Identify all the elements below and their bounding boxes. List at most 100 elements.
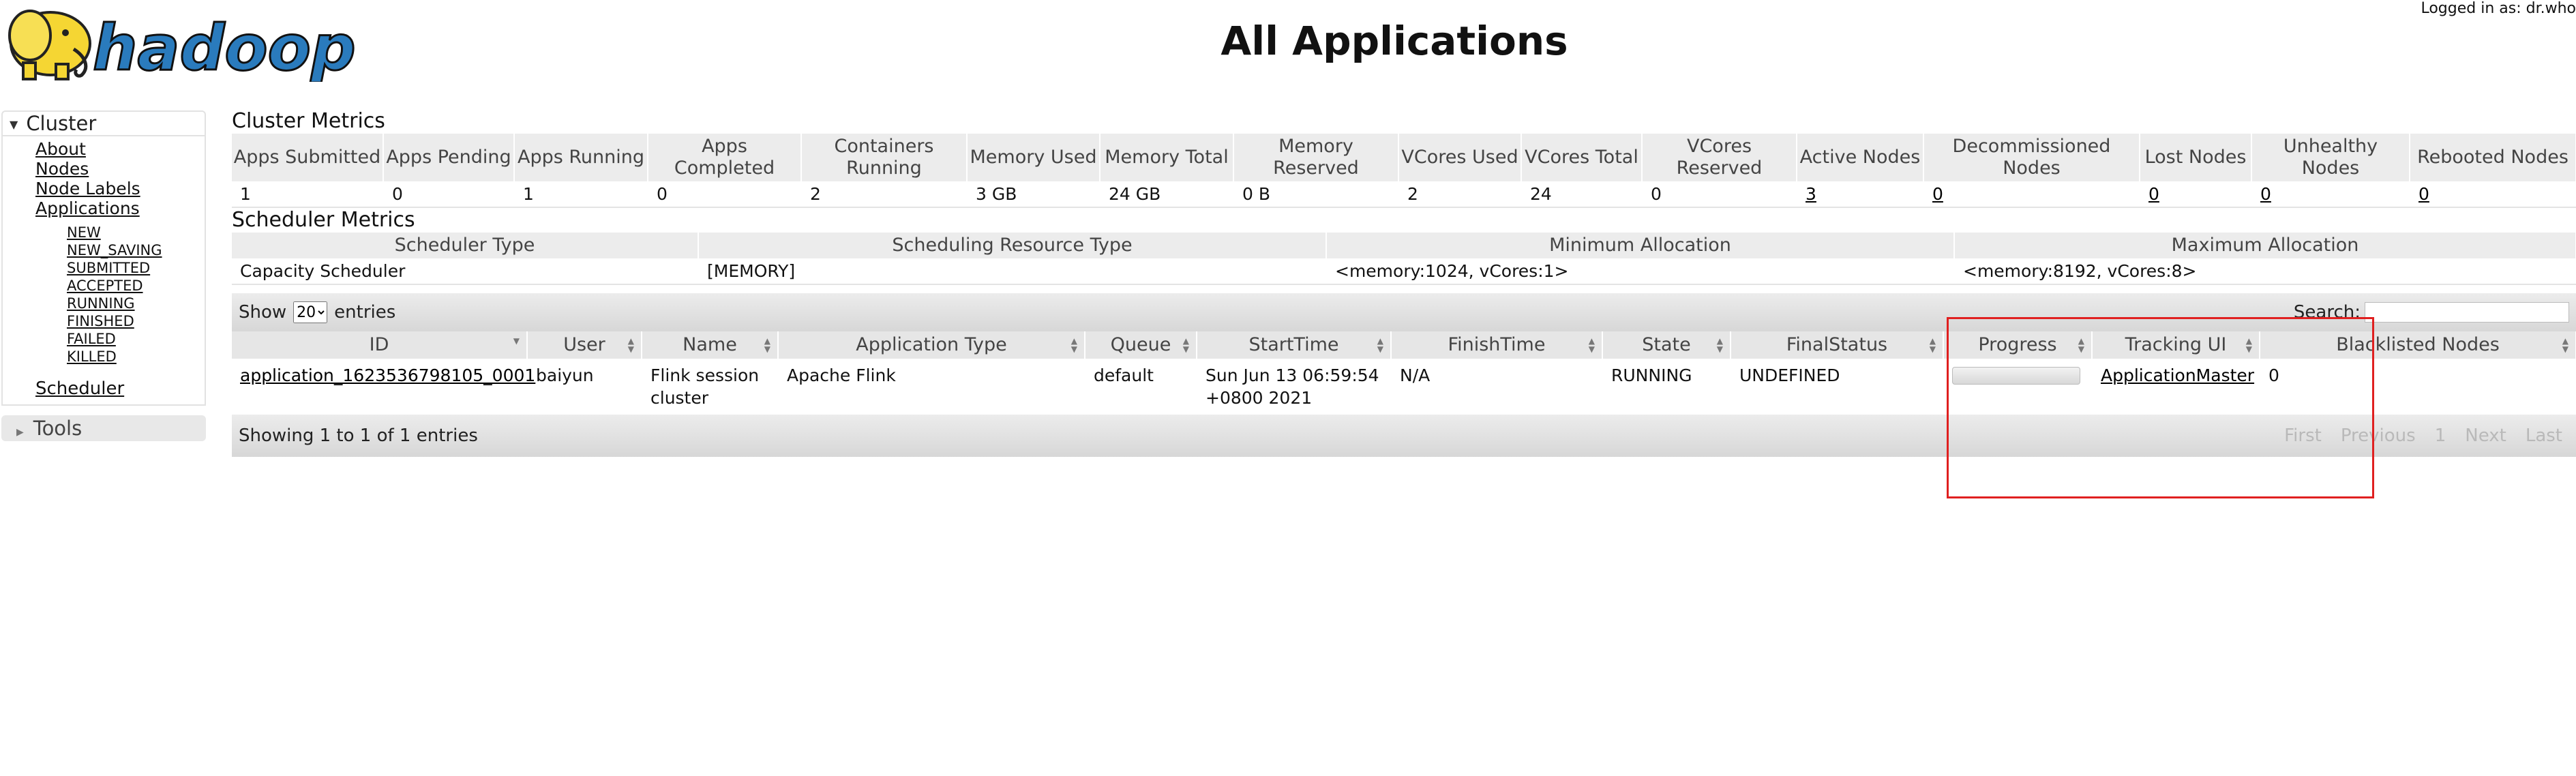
sort-arrows-icon: ▲ ▼ xyxy=(627,336,634,354)
nav-state-accepted[interactable]: ACCEPTED xyxy=(67,277,205,295)
cluster-metrics-header-row: Apps Submitted Apps Pending Apps Running Ap… xyxy=(232,134,2576,181)
sort-arrows-icon: ▲ ▼ xyxy=(1588,336,1595,354)
metric-value-apps-pending: 0 xyxy=(383,181,515,208)
nav-node-labels[interactable]: Node Labels xyxy=(35,179,205,198)
cluster-label: Cluster xyxy=(26,112,97,135)
tools-section-header[interactable]: ▶ Tools xyxy=(1,415,206,441)
column-header-starttime[interactable]: StartTime ▲ ▼ xyxy=(1197,331,1392,359)
nav-state-new[interactable]: NEW xyxy=(67,224,205,241)
column-header-user[interactable]: User ▲ ▼ xyxy=(527,331,642,359)
metric-header-vcores-total: VCores Total xyxy=(1521,134,1643,181)
metric-value-apps-submitted: 1 xyxy=(232,181,384,208)
column-label-name: Name xyxy=(683,334,737,355)
metric-value-containers-running: 2 xyxy=(801,181,968,208)
metric-header-vcores-used: VCores Used xyxy=(1398,134,1522,181)
metric-link-lost-nodes[interactable]: 0 xyxy=(2148,184,2159,204)
metric-header-rebooted-nodes: Rebooted Nodes xyxy=(2410,134,2576,181)
metric-header-memory-used: Memory Used xyxy=(967,134,1100,181)
metric-link-active-nodes[interactable]: 3 xyxy=(1806,184,1816,204)
cluster-nav: About Nodes Node Labels Applications NEW… xyxy=(1,136,206,406)
column-header-application-type[interactable]: Application Type ▲ ▼ xyxy=(778,331,1085,359)
metric-header-unhealthy-nodes: Unhealthy Nodes xyxy=(2251,134,2410,181)
column-header-state[interactable]: State ▲ ▼ xyxy=(1602,331,1731,359)
scheduler-value-scheduler-type: Capacity Scheduler xyxy=(232,258,699,285)
sort-arrows-icon: ▼ xyxy=(513,336,520,346)
pager-last[interactable]: Last xyxy=(2526,426,2562,446)
sort-arrows-icon: ▲ ▼ xyxy=(1377,336,1383,354)
nav-state-running[interactable]: RUNNING xyxy=(67,295,205,312)
metric-value-apps-completed: 0 xyxy=(648,181,802,208)
sort-arrows-icon: ▲ ▼ xyxy=(1182,336,1189,354)
cell-start-time: Sun Jun 13 06:59:54 +0800 2021 xyxy=(1197,359,1392,415)
sort-arrows-icon: ▲ ▼ xyxy=(764,336,770,354)
scheduler-header-scheduling-resource-type: Scheduling Resource Type xyxy=(698,233,1327,258)
metric-header-vcores-reserved: VCores Reserved xyxy=(1642,134,1797,181)
sort-arrows-icon: ▲ ▼ xyxy=(1716,336,1723,354)
scheduler-header-maximum-allocation: Maximum Allocation xyxy=(1954,233,2576,258)
nav-state-killed[interactable]: KILLED xyxy=(67,348,205,365)
cell-id: application_1623536798105_0001 xyxy=(232,359,535,415)
metric-header-containers-running: Containers Running xyxy=(801,134,968,181)
entries-select[interactable]: 20 xyxy=(293,301,328,323)
metric-link-decommissioned-nodes[interactable]: 0 xyxy=(1932,184,1943,204)
column-label-id: ID xyxy=(369,334,389,355)
nav-state-submitted[interactable]: SUBMITTED xyxy=(67,259,205,277)
metric-value-memory-total: 24 GB xyxy=(1100,181,1234,208)
nav-scheduler[interactable]: Scheduler xyxy=(35,379,205,399)
search-input[interactable] xyxy=(2365,302,2569,323)
pager-1[interactable]: 1 xyxy=(2435,426,2446,446)
cell-state: RUNNING xyxy=(1602,359,1731,415)
column-header-finishtime[interactable]: FinishTime ▲ ▼ xyxy=(1391,331,1603,359)
column-label-finishtime: FinishTime xyxy=(1448,334,1546,355)
nav-state-new-saving[interactable]: NEW_SAVING xyxy=(67,241,205,259)
metric-value-vcores-used: 2 xyxy=(1398,181,1522,208)
scheduler-value-scheduling-resource-type: [MEMORY] xyxy=(698,258,1327,285)
column-label-user: User xyxy=(563,334,605,355)
sort-arrows-icon: ▲ ▼ xyxy=(1929,336,1936,354)
sort-arrows-icon: ▲ ▼ xyxy=(2562,336,2568,354)
nav-state-failed[interactable]: FAILED xyxy=(67,330,205,348)
triangle-down-icon: ▼ xyxy=(10,118,18,131)
column-label-starttime: StartTime xyxy=(1248,334,1339,355)
column-header-queue[interactable]: Queue ▲ ▼ xyxy=(1085,331,1197,359)
nav-applications[interactable]: Applications xyxy=(35,198,205,218)
highlight-box xyxy=(1947,317,2374,498)
cluster-metrics-value-row: 101023 GB 24 GB 0 B 2 24 0 3 0 0 0 0 xyxy=(232,181,2576,208)
nav-about[interactable]: About xyxy=(35,139,205,159)
sidebar: ▼ Cluster About Nodes Node Labels Applica… xyxy=(1,110,206,441)
metric-value-vcores-reserved: 0 xyxy=(1642,181,1797,208)
column-header-name[interactable]: Name ▲ ▼ xyxy=(642,331,779,359)
application-id-link[interactable]: application_1623536798105_0001 xyxy=(240,365,535,385)
pager-next[interactable]: Next xyxy=(2465,426,2506,446)
scheduler-value-minimum-allocation: <memory:1024, vCores:1> xyxy=(1326,258,1955,285)
page-title: All Applications xyxy=(1220,18,1568,64)
cell-finish-time: N/A xyxy=(1391,359,1603,415)
metric-header-active-nodes: Active Nodes xyxy=(1797,134,1924,181)
metric-value-memory-used: 3 GB xyxy=(967,181,1100,208)
scheduler-metrics-title: Scheduler Metrics xyxy=(232,208,415,232)
column-header-id[interactable]: ID ▼ xyxy=(232,331,528,359)
metric-value-unhealthy-nodes: 0 xyxy=(2251,181,2410,208)
metric-header-apps-pending: Apps Pending xyxy=(383,134,515,181)
show-label: Show xyxy=(239,302,287,323)
metric-header-apps-completed: Apps Completed xyxy=(648,134,802,181)
metric-header-decommissioned-nodes: Decommissioned Nodes xyxy=(1923,134,2140,181)
nav-nodes[interactable]: Nodes xyxy=(35,159,205,179)
column-label-state: State xyxy=(1642,334,1691,355)
column-label-queue: Queue xyxy=(1110,334,1171,355)
column-header-finalstatus[interactable]: FinalStatus ▲ ▼ xyxy=(1731,331,1944,359)
nav-state-finished[interactable]: FINISHED xyxy=(67,312,205,330)
cell-user: baiyun xyxy=(527,359,642,415)
entries-label: entries xyxy=(334,302,396,323)
cell-name: Flink session cluster xyxy=(642,359,779,415)
cluster-section-header[interactable]: ▼ Cluster xyxy=(1,110,206,136)
metric-value-memory-reserved: 0 B xyxy=(1233,181,1399,208)
scheduler-metrics-value-row: Capacity Scheduler [MEMORY] <memory:1024, … xyxy=(232,258,2576,285)
table-info: Showing 1 to 1 of 1 entries xyxy=(239,426,478,446)
scheduler-value-maximum-allocation: <memory:8192, vCores:8> xyxy=(1954,258,2576,285)
tools-label: Tools xyxy=(33,417,83,440)
metric-link-unhealthy-nodes[interactable]: 0 xyxy=(2260,184,2271,204)
scheduler-metrics-table: Scheduler Type Scheduling Resource Type Mi… xyxy=(232,233,2576,285)
column-label-application-type: Application Type xyxy=(856,334,1007,355)
metric-link-rebooted-nodes[interactable]: 0 xyxy=(2418,184,2429,204)
